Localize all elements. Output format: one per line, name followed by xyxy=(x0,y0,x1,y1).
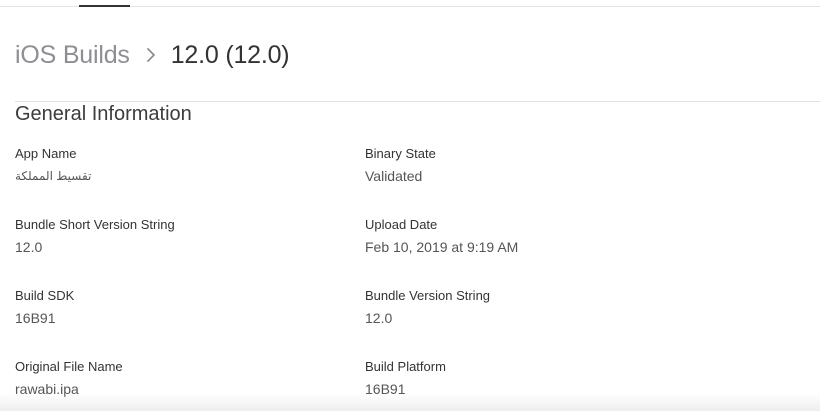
app-name-label: App Name xyxy=(15,146,77,161)
binary-state-value: Validated xyxy=(365,168,423,184)
top-navigation-bar xyxy=(0,0,820,7)
build-platform-label: Build Platform xyxy=(365,359,446,374)
breadcrumb-current-build: 12.0 (12.0) xyxy=(170,40,290,69)
upload-date-value: Feb 10, 2019 at 9:19 AM xyxy=(365,239,519,255)
bundle-version-value: 12.0 xyxy=(365,310,393,326)
original-file-name-label: Original File Name xyxy=(15,359,123,374)
bundle-version-label: Bundle Version String xyxy=(365,288,491,303)
bottom-fade-overlay xyxy=(0,393,820,411)
bundle-short-version-value: 12.0 xyxy=(15,239,43,255)
breadcrumb: iOS Builds 12.0 (12.0) xyxy=(15,38,290,72)
bundle-short-version-label: Bundle Short Version String xyxy=(15,217,175,232)
chevron-right-icon xyxy=(144,43,159,67)
build-sdk-value: 16B91 xyxy=(15,310,56,326)
active-tab-indicator xyxy=(79,5,130,7)
app-name-value: تقسيط المملكة xyxy=(15,169,92,183)
build-sdk-label: Build SDK xyxy=(15,288,75,303)
upload-date-label: Upload Date xyxy=(365,217,438,232)
build-details-page: iOS Builds 12.0 (12.0) General Informati… xyxy=(0,0,820,411)
binary-state-label: Binary State xyxy=(365,146,436,161)
section-title-general-information: General Information xyxy=(15,103,192,125)
breadcrumb-ios-builds-link[interactable]: iOS Builds xyxy=(15,41,130,70)
